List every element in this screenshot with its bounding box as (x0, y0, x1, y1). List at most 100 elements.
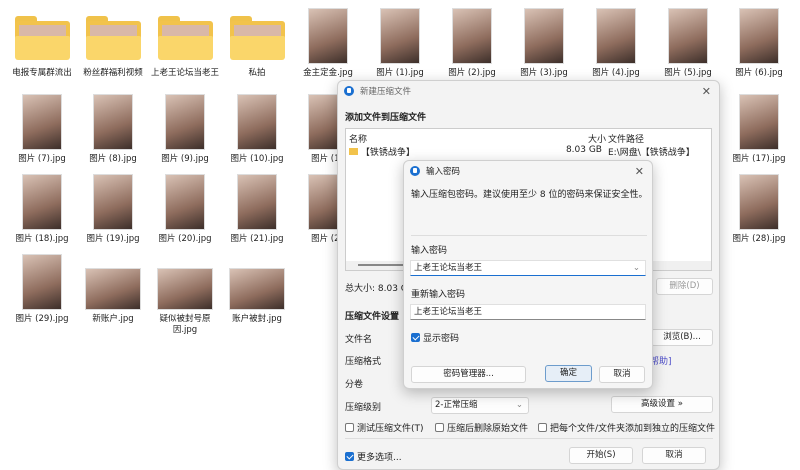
file-label: 图片 (5).jpg (664, 68, 712, 78)
file-label: 图片 (9).jpg (161, 154, 209, 164)
image-thumbnail (237, 174, 277, 230)
password-input[interactable]: 上老王论坛当老王 ⌄ (410, 260, 646, 276)
divider (345, 438, 713, 439)
file-label: 电报专属群流出 (12, 68, 72, 78)
separate-archives-checkbox[interactable]: 把每个文件/文件夹添加到独立的压缩文件 (538, 421, 715, 434)
file-label: 图片 (2).jpg (448, 68, 496, 78)
start-button[interactable]: 开始(S) (569, 447, 633, 464)
help-link[interactable]: 帮助] (650, 354, 672, 367)
image-thumbnail (380, 8, 420, 64)
image-thumbnail (22, 174, 62, 230)
col-path[interactable]: 文件路径 (608, 132, 644, 145)
desktop-file[interactable]: 图片 (5).jpg (653, 6, 723, 79)
desktop-file[interactable]: 图片 (29).jpg (7, 252, 77, 325)
app-logo-icon (344, 86, 354, 96)
file-label: 图片 (8).jpg (89, 154, 137, 164)
image-thumbnail (452, 8, 492, 64)
image-thumbnail (739, 8, 779, 64)
folder-icon (349, 148, 358, 155)
desktop-file[interactable]: 金主定金.jpg (293, 6, 363, 79)
confirm-password-input[interactable]: 上老王论坛当老王 (410, 304, 646, 320)
close-icon[interactable]: ✕ (635, 165, 644, 178)
cancel-button[interactable]: 取消 (599, 366, 645, 383)
file-name: 【铁锈战争】 (360, 148, 415, 158)
desktop-file[interactable]: 图片 (17).jpg (724, 92, 794, 165)
delete-after-checkbox[interactable]: 压缩后删除原始文件 (435, 421, 528, 434)
desktop-file[interactable]: 图片 (21).jpg (222, 172, 292, 245)
col-name[interactable]: 名称 (349, 132, 367, 145)
col-size[interactable]: 大小 (588, 132, 606, 145)
level-value: 2-正常压缩 (435, 400, 478, 410)
folder-icon (14, 16, 70, 60)
desktop-file[interactable]: 新账户.jpg (78, 252, 148, 325)
image-thumbnail (739, 174, 779, 230)
section-heading: 添加文件到压缩文件 (345, 113, 427, 123)
file-label: 新账户.jpg (92, 314, 134, 324)
desktop-folder[interactable]: 私拍 (222, 6, 292, 79)
ok-button[interactable]: 确定 (545, 365, 592, 382)
image-thumbnail (22, 254, 62, 310)
test-archive-checkbox[interactable]: 测试压缩文件(T) (345, 421, 424, 434)
file-label: 图片 (6).jpg (735, 68, 783, 78)
file-label: 图片 (4).jpg (592, 68, 640, 78)
browse-button[interactable]: 浏览(B)... (651, 329, 713, 346)
desktop-file[interactable]: 疑似被封号原因.jpg (150, 252, 220, 336)
password-value: 上老王论坛当老王 (414, 263, 483, 273)
compression-level-select[interactable]: 2-正常压缩 ⌄ (431, 397, 529, 414)
dialog-title: 输入密码 (426, 167, 461, 177)
file-label: 账户被封.jpg (232, 314, 282, 324)
desktop-file[interactable]: 账户被封.jpg (222, 252, 292, 325)
file-size: 8.03 GB (565, 145, 602, 155)
image-thumbnail (668, 8, 708, 64)
file-label: 图片 (3).jpg (520, 68, 568, 78)
file-label: 粉丝群福利视频 (83, 68, 143, 78)
desktop-folder[interactable]: 上老王论坛当老王 (150, 6, 220, 79)
file-label: 图片 (7).jpg (18, 154, 66, 164)
image-thumbnail (237, 94, 277, 150)
desktop-file[interactable]: 图片 (3).jpg (509, 6, 579, 79)
folder-icon (157, 16, 213, 60)
desktop-file[interactable]: 图片 (7).jpg (7, 92, 77, 165)
close-icon[interactable]: ✕ (702, 85, 711, 98)
checkbox-label: 把每个文件/文件夹添加到独立的压缩文件 (550, 424, 716, 434)
desktop-file[interactable]: 图片 (9).jpg (150, 92, 220, 165)
desktop-folder[interactable]: 粉丝群福利视频 (78, 6, 148, 79)
desktop-file[interactable]: 图片 (20).jpg (150, 172, 220, 245)
folder-icon (85, 16, 141, 60)
title-bar: 新建压缩文件 (338, 81, 719, 101)
advanced-settings-button[interactable]: 高级设置 » (611, 396, 713, 413)
file-label: 图片 (21).jpg (230, 234, 284, 244)
divider (411, 235, 647, 236)
chevron-down-icon[interactable]: ⌄ (633, 261, 640, 275)
volume-label: 分卷 (345, 380, 364, 390)
cancel-button[interactable]: 取消 (642, 447, 706, 464)
desktop-file[interactable]: 图片 (19).jpg (78, 172, 148, 245)
confirm-password-value: 上老王论坛当老王 (414, 307, 483, 317)
desktop-file[interactable]: 图片 (10).jpg (222, 92, 292, 165)
desktop-file[interactable]: 图片 (2).jpg (437, 6, 507, 79)
desktop-file[interactable]: 图片 (6).jpg (724, 6, 794, 79)
format-label: 压缩格式 (345, 357, 382, 367)
delete-button[interactable]: 删除(D) (656, 278, 713, 295)
desktop-file[interactable]: 图片 (8).jpg (78, 92, 148, 165)
image-thumbnail (165, 94, 205, 150)
desktop-file[interactable]: 图片 (28).jpg (724, 172, 794, 245)
title-bar: 输入密码 (404, 161, 652, 181)
desktop-file[interactable]: 图片 (18).jpg (7, 172, 77, 245)
password-manager-button[interactable]: 密码管理器... (411, 366, 526, 383)
file-label: 图片 (19).jpg (86, 234, 140, 244)
image-thumbnail (165, 174, 205, 230)
chevron-down-icon: ⌄ (515, 400, 523, 410)
file-row[interactable]: 【铁锈战争】 8.03 GB E:\网盘\【铁锈战争】 (349, 145, 709, 158)
desktop-file[interactable]: 图片 (4).jpg (581, 6, 651, 79)
image-thumbnail (22, 94, 62, 150)
image-thumbnail (157, 268, 213, 310)
desktop-folder[interactable]: 电报专属群流出 (7, 6, 77, 79)
show-password-checkbox[interactable]: 显示密码 (411, 331, 459, 344)
file-label: 私拍 (248, 68, 266, 78)
image-thumbnail (93, 94, 133, 150)
desktop-file[interactable]: 图片 (1).jpg (365, 6, 435, 79)
settings-heading: 压缩文件设置 (345, 312, 400, 322)
password-dialog: 输入密码 ✕ 输入压缩包密码。建议使用至少 8 位的密码来保证安全性。 输入密码… (403, 160, 653, 389)
more-options-checkbox[interactable]: 更多选项... (345, 450, 402, 463)
